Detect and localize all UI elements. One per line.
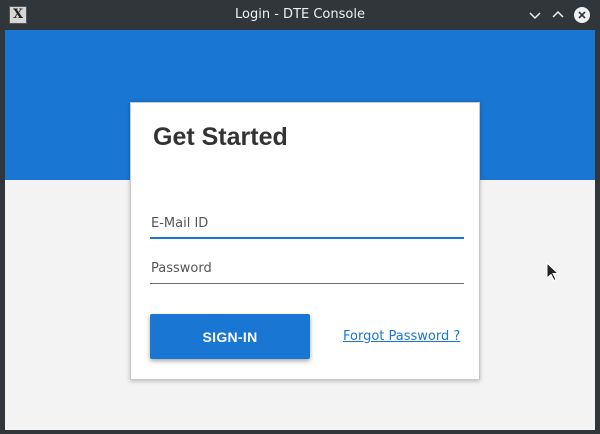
chevron-down-icon [529, 12, 541, 20]
app-window: X Login - DTE Console Get Started E-Mail… [0, 0, 600, 434]
maximize-button[interactable] [550, 7, 566, 23]
email-underline [150, 237, 464, 239]
password-input[interactable] [150, 254, 464, 282]
window-title: Login - DTE Console [235, 7, 365, 22]
page-title: Get Started [153, 123, 288, 151]
mouse-pointer-icon [546, 262, 560, 282]
email-input[interactable] [150, 209, 464, 237]
client-area: Get Started SIGN-IN Forgot Password ? [5, 30, 595, 430]
close-icon [578, 11, 586, 19]
forgot-password-link[interactable]: Forgot Password ? [343, 329, 460, 344]
login-card: Get Started SIGN-IN Forgot Password ? [130, 102, 480, 380]
minimize-button[interactable] [527, 7, 543, 23]
close-button[interactable] [574, 7, 590, 23]
chevron-up-icon [552, 10, 564, 18]
title-bar[interactable]: X Login - DTE Console [0, 0, 600, 30]
password-field [150, 254, 464, 284]
sign-in-button[interactable]: SIGN-IN [150, 314, 310, 359]
email-field [150, 209, 464, 239]
password-underline [150, 283, 464, 284]
